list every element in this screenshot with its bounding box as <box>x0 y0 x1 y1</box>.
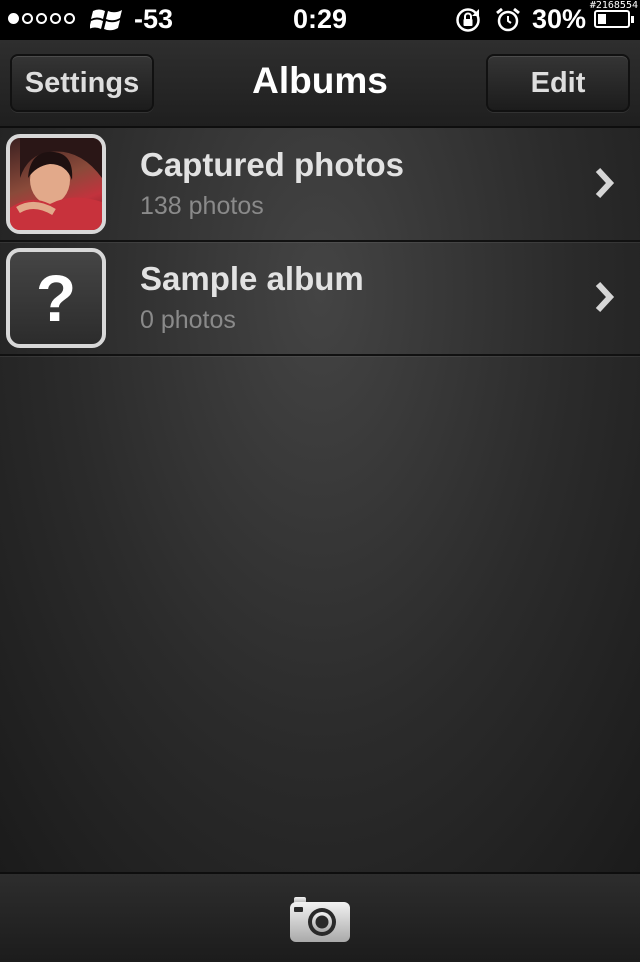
album-title: Sample album <box>140 260 364 297</box>
navigation-bar: Settings Albums Edit <box>0 40 640 128</box>
overlay-id-text: #2168554 <box>589 0 638 11</box>
chevron-right-icon <box>594 280 616 319</box>
photo-thumbnail-image <box>10 138 102 230</box>
edit-button[interactable]: Edit <box>486 54 630 112</box>
rotation-lock-icon <box>455 7 481 38</box>
camera-icon[interactable] <box>288 894 352 944</box>
alarm-clock-icon <box>495 7 521 38</box>
album-photo-thumbnail <box>6 134 106 234</box>
battery-icon <box>594 10 634 28</box>
bottom-toolbar <box>0 872 640 962</box>
battery-percentage: 30% <box>532 4 587 34</box>
album-title: Captured photos <box>140 146 404 183</box>
album-row-captured-photos[interactable]: Captured photos 138 photos <box>0 128 640 242</box>
chevron-right-icon <box>594 166 616 205</box>
battery-nub <box>631 16 634 23</box>
status-bar: -53 0:29 30% #2168554 <box>0 0 640 40</box>
album-list: Captured photos 138 photos ? Sample albu… <box>0 128 640 872</box>
battery-level-fill <box>598 14 606 24</box>
album-placeholder-thumbnail: ? <box>6 248 106 348</box>
album-photo-count: 138 photos <box>140 192 264 220</box>
album-row-sample-album[interactable]: ? Sample album 0 photos <box>0 242 640 356</box>
album-photo-count: 0 photos <box>140 306 236 334</box>
